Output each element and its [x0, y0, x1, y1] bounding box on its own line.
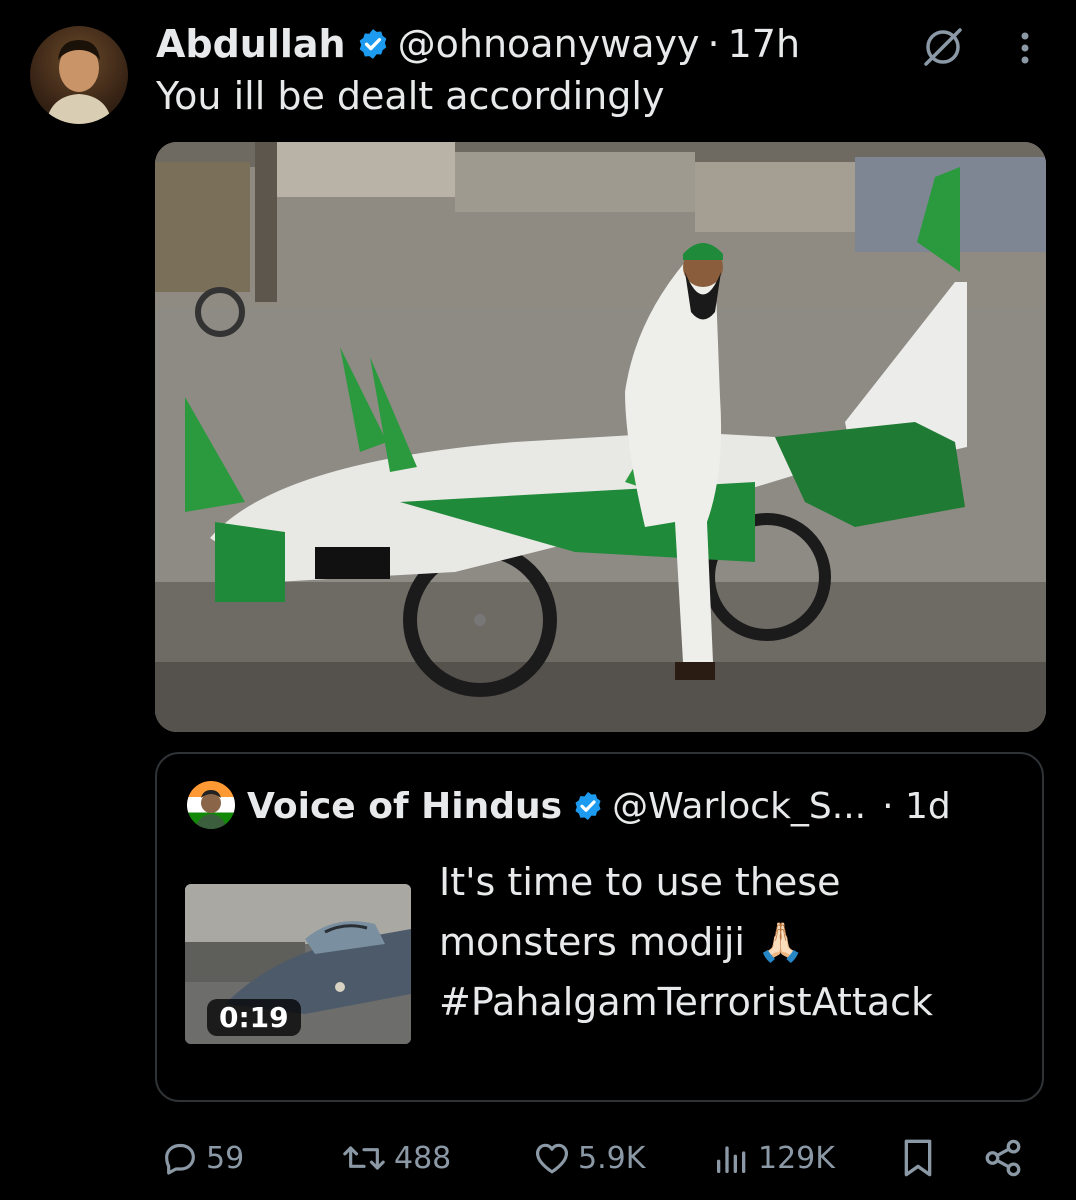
tweet-text: You ill be dealt accordingly: [156, 74, 665, 118]
repost-count: 488: [394, 1140, 452, 1176]
views-icon: [717, 1146, 746, 1173]
like-icon: [535, 1143, 569, 1174]
views-button[interactable]: 129K: [712, 1128, 835, 1188]
grok-icon[interactable]: [920, 24, 966, 70]
tweet-header: Abdullah @ohnoanywayy · 17h: [156, 18, 800, 70]
quoted-tweet[interactable]: Voice of Hindus @Warlock_S... · 1d 0:19 …: [155, 752, 1044, 1102]
tweet-action-bar: 59 488 5.9K 129K: [0, 1128, 1076, 1188]
repost-button[interactable]: 488: [340, 1128, 451, 1188]
share-button[interactable]: [982, 1128, 1024, 1188]
bookmark-icon: [904, 1139, 932, 1177]
quoted-author-handle[interactable]: @Warlock_S...: [612, 786, 866, 827]
tweet-photo[interactable]: [155, 142, 1046, 732]
separator-dot: ·: [707, 22, 720, 66]
quoted-video-thumbnail[interactable]: 0:19: [185, 884, 411, 1044]
repost-icon: [343, 1146, 385, 1170]
bookmark-button[interactable]: [898, 1128, 938, 1188]
quoted-text-line: monsters modiji 🙏🏻: [439, 920, 805, 964]
like-count: 5.9K: [578, 1140, 646, 1176]
reply-icon: [165, 1143, 195, 1175]
quoted-tweet-timestamp[interactable]: · 1d: [882, 786, 951, 827]
author-avatar[interactable]: [30, 26, 128, 124]
quoted-tweet-text: It's time to use these monsters modiji 🙏…: [439, 852, 1029, 1032]
verified-badge-icon: [572, 790, 604, 822]
author-handle[interactable]: @ohnoanywayy: [398, 22, 700, 66]
author-name[interactable]: Abdullah: [156, 22, 346, 66]
hashtag-link[interactable]: #PahalgamTerroristAttack: [439, 972, 1029, 1032]
more-options-icon[interactable]: [1010, 28, 1040, 68]
quoted-tweet-header: Voice of Hindus @Warlock_S... · 1d: [247, 780, 951, 832]
quoted-author-avatar[interactable]: [187, 781, 235, 829]
quoted-text-line: It's time to use these: [439, 860, 841, 904]
views-count: 129K: [758, 1140, 835, 1176]
tweet-timestamp[interactable]: 17h: [728, 22, 800, 66]
reply-button[interactable]: 59: [160, 1128, 244, 1188]
reply-count: 59: [206, 1140, 245, 1176]
verified-badge-icon: [356, 27, 390, 61]
share-icon: [985, 1139, 1021, 1177]
like-button[interactable]: 5.9K: [532, 1128, 645, 1188]
quoted-author-name[interactable]: Voice of Hindus: [247, 786, 562, 827]
video-duration: 0:19: [207, 999, 301, 1036]
